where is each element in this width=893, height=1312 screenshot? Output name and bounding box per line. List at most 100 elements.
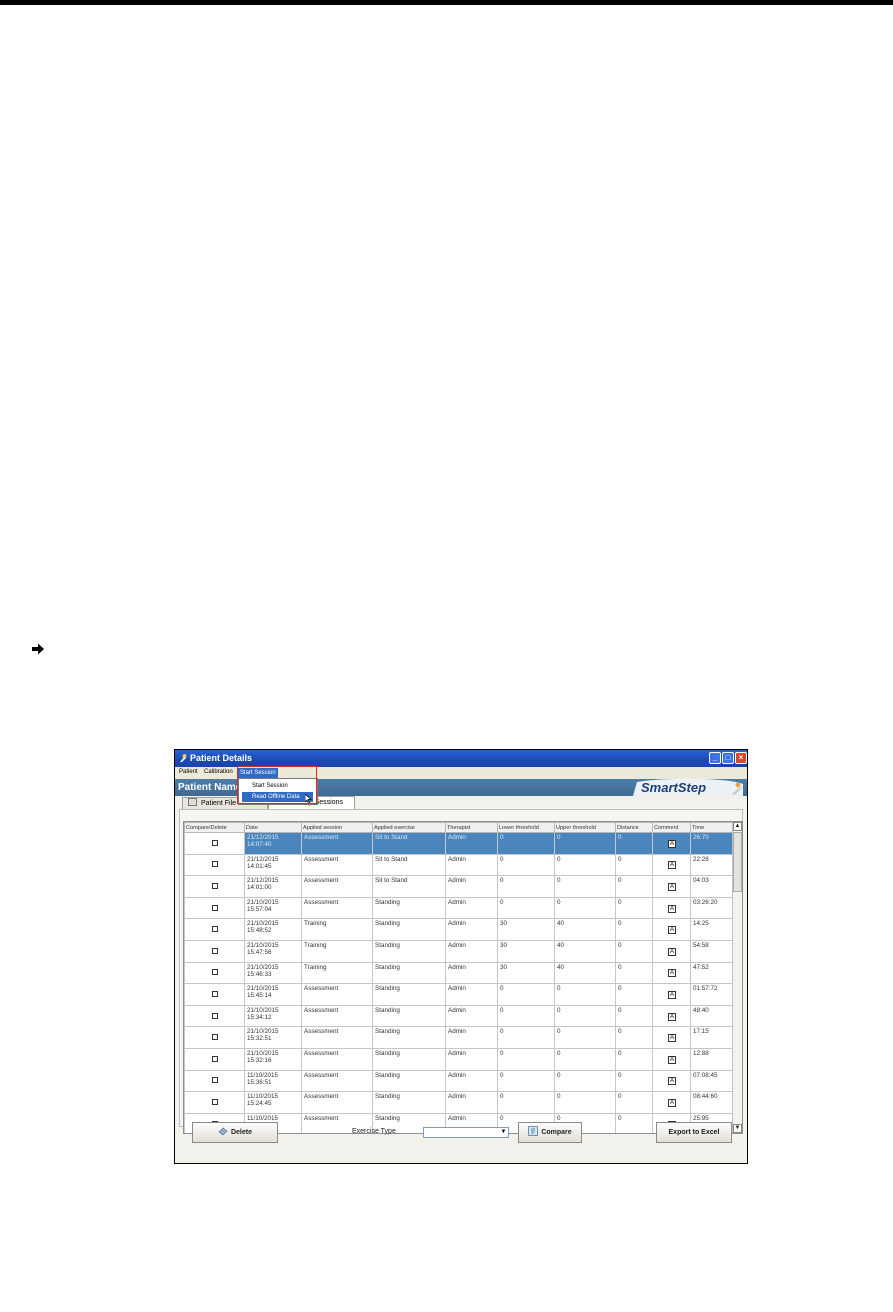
duration-cell: 04:03 bbox=[693, 877, 709, 885]
date-cell: 21/10/2015 bbox=[247, 985, 279, 993]
col-lower-threshold[interactable]: Lower threshold bbox=[497, 822, 555, 833]
session-cell: Assessment bbox=[304, 1049, 339, 1057]
col-compare-delete[interactable]: Compare/Delete bbox=[184, 822, 245, 833]
col-applied-exercise[interactable]: Applied exercise bbox=[372, 822, 446, 833]
table-row[interactable]: 21/10/2015 15:57:04 Assessment Standing Admi… bbox=[184, 896, 733, 920]
comment-icon[interactable]: A bbox=[668, 1034, 676, 1043]
table-cell: A bbox=[652, 1047, 691, 1071]
delete-label: Delete bbox=[230, 1129, 252, 1136]
table-cell: 0 bbox=[554, 853, 616, 877]
session-cell: Training bbox=[304, 941, 327, 949]
comment-icon[interactable]: A bbox=[668, 904, 676, 913]
col-date[interactable]: Date bbox=[244, 822, 302, 833]
row-checkbox[interactable] bbox=[212, 861, 218, 868]
comment-icon[interactable]: A bbox=[668, 861, 676, 870]
table-row[interactable]: 21/10/2015 15:34:12 Assessment Standing Admi… bbox=[184, 1004, 733, 1028]
exercise-type-select[interactable]: ▼ bbox=[423, 1127, 509, 1138]
time-of-day-cell: 15:45:14 bbox=[247, 992, 272, 1000]
time-of-day-cell: 15:32:16 bbox=[247, 1056, 272, 1064]
table-cell: 0 bbox=[497, 1069, 555, 1093]
table-row[interactable]: 21/10/2015 15:47:56 Training Standing Admin 3… bbox=[184, 939, 733, 963]
close-icon[interactable]: × bbox=[735, 752, 747, 764]
distance-cell: 0 bbox=[618, 963, 622, 971]
col-comment[interactable]: Comment bbox=[652, 822, 691, 833]
distance-cell: 0 bbox=[618, 1049, 622, 1057]
table-cell: Standing bbox=[372, 1004, 446, 1028]
maximize-icon[interactable]: □ bbox=[722, 752, 734, 764]
date-cell: 21/10/2015 bbox=[247, 963, 279, 971]
lower-threshold-cell: 0 bbox=[500, 855, 504, 863]
table-cell: Admin bbox=[445, 1091, 498, 1114]
table-row[interactable]: 21/10/2015 15:48:52 Training Standing Admin 3… bbox=[184, 918, 733, 941]
chevron-down-icon[interactable]: ▼ bbox=[499, 1128, 508, 1137]
distance-cell: 0 bbox=[618, 1093, 622, 1101]
table-cell: 01:57:72 bbox=[690, 983, 733, 1006]
table-cell: 0 bbox=[554, 1004, 616, 1028]
table-row[interactable]: 21/10/2015 15:32:51 Assessment Standing Admi… bbox=[184, 1026, 733, 1049]
table-cell: 0 bbox=[615, 1069, 653, 1093]
table-row[interactable]: 11/10/2015 15:24:45 Assessment Standing Admi… bbox=[184, 1091, 733, 1114]
comment-icon[interactable]: A bbox=[668, 1098, 676, 1107]
menu-calibration[interactable]: Calibration bbox=[204, 769, 233, 775]
scroll-up-icon[interactable]: ▲ bbox=[733, 822, 742, 831]
comment-icon[interactable]: A bbox=[668, 1012, 676, 1021]
distance-cell: 0 bbox=[618, 941, 622, 949]
row-checkbox[interactable] bbox=[212, 926, 218, 933]
table-row[interactable]: 21/12/2015 14:01:00 Assessment Sit to Stand… bbox=[184, 875, 733, 898]
sessions-table: Compare/Delete Date Applied session Appl… bbox=[184, 822, 733, 1133]
scroll-down-icon[interactable]: ▼ bbox=[733, 1124, 742, 1133]
patient-details-window: Patient Details _ □ × Patient Calibratio… bbox=[174, 749, 748, 1164]
compare-button[interactable]: Compare bbox=[518, 1122, 582, 1143]
comment-icon[interactable]: A bbox=[668, 969, 676, 978]
table-cell: Admin bbox=[445, 1004, 498, 1028]
table-cell: 07:08:45 bbox=[690, 1069, 733, 1093]
session-cell: Assessment bbox=[304, 1071, 339, 1079]
table-cell: Assessment bbox=[301, 1004, 373, 1028]
col-applied-session[interactable]: Applied session bbox=[301, 822, 373, 833]
row-checkbox[interactable] bbox=[212, 1098, 218, 1105]
table-cell: 0 bbox=[497, 896, 555, 920]
row-checkbox[interactable] bbox=[212, 904, 218, 911]
table-cell: 47:52 bbox=[690, 961, 733, 985]
table-row[interactable]: 11/10/2015 15:36:51 Assessment Standing Admi… bbox=[184, 1069, 733, 1093]
delete-button[interactable]: Delete bbox=[192, 1122, 278, 1143]
row-checkbox[interactable] bbox=[212, 839, 218, 846]
row-checkbox[interactable] bbox=[212, 990, 218, 997]
comment-icon[interactable]: A bbox=[668, 1077, 676, 1086]
table-cell: Standing bbox=[372, 918, 446, 941]
comment-icon[interactable]: A bbox=[668, 990, 676, 999]
table-cell: Training bbox=[301, 961, 373, 985]
table-cell: Admin bbox=[445, 1026, 498, 1049]
col-time[interactable]: Time bbox=[690, 822, 733, 833]
row-checkbox[interactable] bbox=[212, 947, 218, 954]
table-row[interactable]: 21/12/2015 14:07:40 Assessment Sit to Stand… bbox=[184, 832, 733, 855]
row-checkbox[interactable] bbox=[212, 1077, 218, 1084]
menu-patient[interactable]: Patient bbox=[179, 769, 198, 775]
export-to-excel-button[interactable]: Export to Excel bbox=[656, 1122, 732, 1143]
table-row[interactable]: 21/10/2015 15:45:14 Assessment Standing Admi… bbox=[184, 983, 733, 1006]
time-of-day-cell: 15:46:33 bbox=[247, 970, 272, 978]
time-of-day-cell: 15:47:56 bbox=[247, 948, 272, 956]
row-checkbox[interactable] bbox=[212, 882, 218, 889]
comment-icon[interactable]: A bbox=[668, 926, 676, 935]
scroll-thumb[interactable] bbox=[733, 832, 742, 892]
therapist-cell: Admin bbox=[448, 1006, 466, 1014]
table-row[interactable]: 21/10/2015 15:32:16 Assessment Standing Admi… bbox=[184, 1047, 733, 1071]
therapist-cell: Admin bbox=[448, 1028, 466, 1036]
row-checkbox[interactable] bbox=[212, 1055, 218, 1062]
col-upper-threshold[interactable]: Upper threshold bbox=[554, 822, 616, 833]
comment-icon[interactable]: A bbox=[668, 839, 676, 848]
col-therapist[interactable]: Therapist bbox=[445, 822, 498, 833]
row-checkbox[interactable] bbox=[212, 1012, 218, 1019]
time-of-day-cell: 15:36:51 bbox=[247, 1078, 272, 1086]
col-distance[interactable]: Distance bbox=[615, 822, 653, 833]
comment-icon[interactable]: A bbox=[668, 947, 676, 956]
row-checkbox[interactable] bbox=[212, 1034, 218, 1041]
vertical-scrollbar[interactable]: ▲ ▼ bbox=[732, 822, 742, 1133]
table-row[interactable]: 21/10/2015 15:46:33 Training Standing Admin 3… bbox=[184, 961, 733, 985]
row-checkbox[interactable] bbox=[212, 969, 218, 976]
comment-icon[interactable]: A bbox=[668, 882, 676, 891]
table-row[interactable]: 21/12/2015 14:01:45 Assessment Sit to Stand… bbox=[184, 853, 733, 877]
minimize-icon[interactable]: _ bbox=[709, 752, 721, 764]
comment-icon[interactable]: A bbox=[668, 1055, 676, 1064]
